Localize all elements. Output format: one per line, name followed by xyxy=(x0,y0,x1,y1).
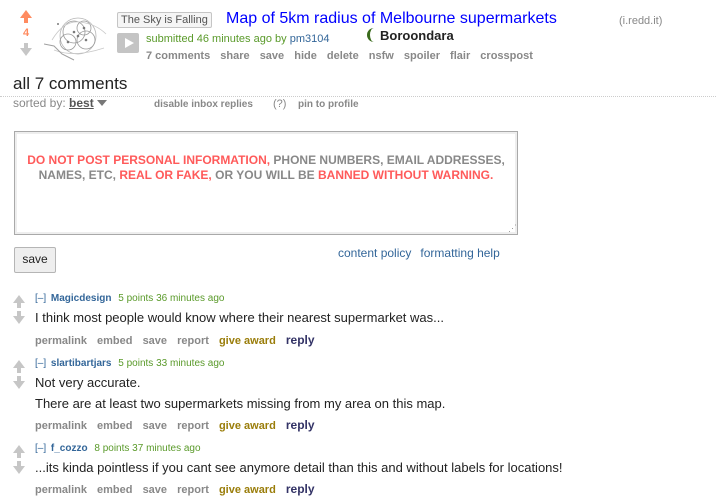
comment-tagline: [–] Magicdesign 5 points 36 minutes ago xyxy=(35,293,224,304)
save-comment-button[interactable]: save xyxy=(14,247,56,273)
embed-button[interactable]: embed xyxy=(97,335,132,347)
post-title-link[interactable]: Map of 5km radius of Melbourne supermark… xyxy=(226,10,557,28)
sorted-by-label: sorted by: xyxy=(13,96,66,110)
reply-button[interactable]: reply xyxy=(286,418,315,432)
comments-button[interactable]: 7 comments xyxy=(146,50,210,62)
share-button[interactable]: share xyxy=(220,50,249,62)
collapse-toggle[interactable]: [–] xyxy=(35,293,46,304)
comment-buttons: permalink embed save report give award r… xyxy=(35,418,322,432)
save-button[interactable]: save xyxy=(143,420,167,432)
hide-button[interactable]: hide xyxy=(294,50,317,62)
user-flair-icon xyxy=(367,28,379,42)
spoiler-button[interactable]: spoiler xyxy=(404,50,440,62)
comment-body: I think most people would know where the… xyxy=(35,310,444,325)
upvote-arrow-icon[interactable] xyxy=(13,360,25,368)
upvote-arrow-stem xyxy=(17,453,21,458)
flair-button[interactable]: flair xyxy=(450,50,470,62)
crosspost-button[interactable]: crosspost xyxy=(480,50,533,62)
formatting-help-link[interactable]: formatting help xyxy=(420,246,499,260)
comment-meta: 5 points 33 minutes ago xyxy=(118,358,225,369)
reply-button[interactable]: reply xyxy=(286,482,315,496)
comment-body-line: Not very accurate. xyxy=(35,375,141,390)
downvote-arrow-icon[interactable] xyxy=(13,381,25,389)
post-thumbnail[interactable] xyxy=(44,10,114,62)
user-flair-text: Boroondara xyxy=(380,28,454,43)
collapse-toggle[interactable]: [–] xyxy=(35,443,46,454)
sort-menu: sorted by: best xyxy=(13,96,107,110)
comment-author-link[interactable]: Magicdesign xyxy=(51,293,112,304)
post-author-link[interactable]: pm3104 xyxy=(290,33,330,45)
save-button[interactable]: save xyxy=(143,484,167,496)
disable-inbox-replies-link[interactable]: disable inbox replies xyxy=(154,99,253,110)
post-score: 4 xyxy=(22,27,30,39)
downvote-arrow-icon[interactable] xyxy=(20,48,32,56)
collapse-toggle[interactable]: [–] xyxy=(35,358,46,369)
upvote-arrow-stem xyxy=(17,303,21,308)
comments-title: all 7 comments xyxy=(13,74,128,93)
help-link[interactable]: (?) xyxy=(273,98,286,110)
warning-text: NAMES, ETC, xyxy=(38,168,120,182)
submitted-text: submitted 46 minutes ago by xyxy=(146,33,287,45)
comment-author-link[interactable]: f_cozzo xyxy=(51,443,88,454)
comment-buttons: permalink embed save report give award r… xyxy=(35,482,322,496)
post-buttons: 7 comments share save hide delete nsfw s… xyxy=(146,50,540,62)
save-post-button[interactable]: save xyxy=(260,50,284,62)
warning-text-red: DO NOT POST PERSONAL INFORMATION, xyxy=(27,153,271,167)
give-award-button[interactable]: give award xyxy=(219,335,276,347)
comment-body: ...its kinda pointless if you cant see a… xyxy=(35,460,563,475)
upvote-arrow-icon[interactable] xyxy=(13,445,25,453)
save-button[interactable]: save xyxy=(143,335,167,347)
pin-to-profile-link[interactable]: pin to profile xyxy=(298,99,359,110)
downvote-arrow-icon[interactable] xyxy=(13,316,25,324)
caret-down-icon[interactable] xyxy=(96,100,107,106)
give-award-button[interactable]: give award xyxy=(219,420,276,432)
editor-help-links: content policy formatting help xyxy=(338,246,509,260)
report-button[interactable]: report xyxy=(177,335,209,347)
comment-meta: 8 points 37 minutes ago xyxy=(94,443,201,454)
upvote-arrow-icon[interactable] xyxy=(13,295,25,303)
give-award-button[interactable]: give award xyxy=(219,484,276,496)
warning-text: PHONE NUMBERS, EMAIL ADDRESSES, xyxy=(270,153,505,167)
content-policy-link[interactable]: content policy xyxy=(338,246,411,260)
comment-body-line: There are at least two supermarkets miss… xyxy=(35,396,446,411)
warning-text-red: REAL OR FAKE, xyxy=(119,168,212,182)
permalink-button[interactable]: permalink xyxy=(35,484,87,496)
sort-dropdown[interactable]: best xyxy=(69,96,94,110)
comment-meta: 5 points 36 minutes ago xyxy=(118,293,225,304)
post-domain[interactable]: (i.redd.it) xyxy=(619,15,662,27)
warning-text: OR YOU WILL BE xyxy=(211,168,319,182)
permalink-button[interactable]: permalink xyxy=(35,420,87,432)
posting-warning: DO NOT POST PERSONAL INFORMATION, PHONE … xyxy=(14,153,518,183)
upvote-arrow-icon[interactable] xyxy=(20,10,32,18)
post-flair[interactable]: The Sky is Falling xyxy=(117,12,212,28)
comment-buttons: permalink embed save report give award r… xyxy=(35,333,322,347)
embed-button[interactable]: embed xyxy=(97,484,132,496)
play-icon[interactable] xyxy=(117,33,139,53)
upvote-arrow-stem xyxy=(24,18,28,23)
post-tagline: submitted 46 minutes ago by pm3104 xyxy=(146,33,329,45)
downvote-arrow-icon[interactable] xyxy=(13,466,25,474)
delete-button[interactable]: delete xyxy=(327,50,359,62)
comment-author-link[interactable]: slartibartjars xyxy=(51,358,112,369)
warning-text-red: BANNED WITHOUT WARNING. xyxy=(318,168,494,182)
upvote-arrow-stem xyxy=(17,368,21,373)
report-button[interactable]: report xyxy=(177,420,209,432)
embed-button[interactable]: embed xyxy=(97,420,132,432)
comment-tagline: [–] slartibartjars 5 points 33 minutes a… xyxy=(35,358,224,369)
resize-grip-icon[interactable]: ⋰ xyxy=(508,223,517,234)
report-button[interactable]: report xyxy=(177,484,209,496)
comment-tagline: [–] f_cozzo 8 points 37 minutes ago xyxy=(35,443,201,454)
sort-divider xyxy=(0,96,716,97)
reply-button[interactable]: reply xyxy=(286,333,315,347)
user-flair: Boroondara xyxy=(367,28,454,43)
nsfw-button[interactable]: nsfw xyxy=(369,50,394,62)
permalink-button[interactable]: permalink xyxy=(35,335,87,347)
comment-textarea[interactable] xyxy=(14,131,518,235)
